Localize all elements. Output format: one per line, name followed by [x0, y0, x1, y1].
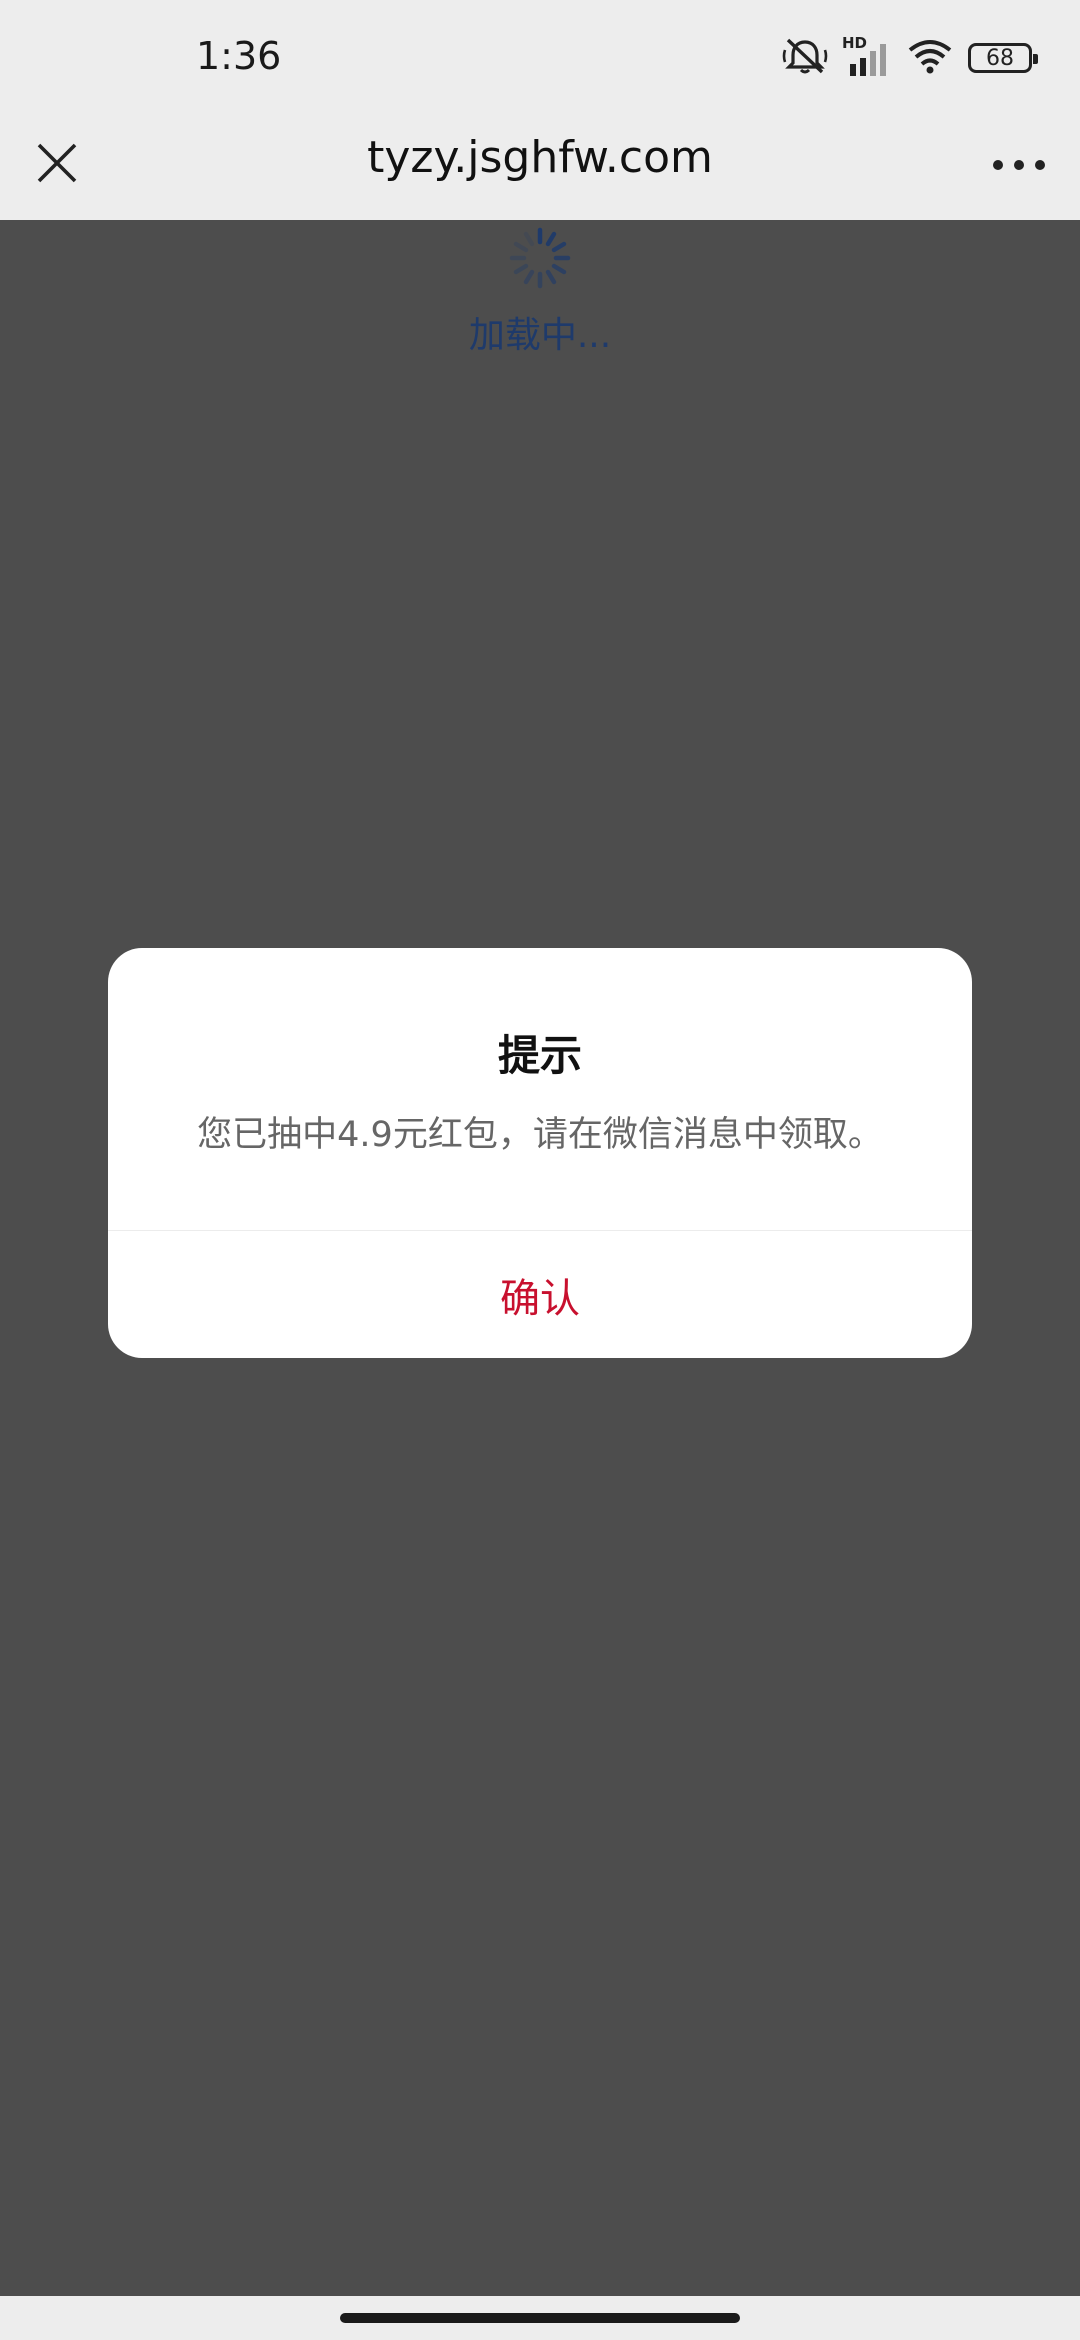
battery-level: 68 — [986, 45, 1014, 71]
more-button[interactable] — [984, 136, 1054, 194]
close-button[interactable] — [28, 136, 86, 194]
page-url-title: tyzy.jsghfw.com — [367, 132, 713, 183]
close-icon — [36, 142, 78, 188]
loading-text: 加载中... — [468, 315, 612, 356]
more-icon — [992, 156, 1046, 175]
system-navigation-bar — [0, 2296, 1080, 2340]
nav-bar: tyzy.jsghfw.com — [0, 110, 1080, 220]
mute-icon — [782, 36, 828, 80]
dialog-message: 您已抽中4.9元红包，请在微信消息中领取。 — [197, 1115, 883, 1155]
alert-dialog: 提示 您已抽中4.9元红包，请在微信消息中领取。 确认 — [108, 948, 972, 1358]
home-indicator[interactable] — [340, 2313, 740, 2323]
battery-icon: 68 — [968, 43, 1038, 73]
status-time: 1:36 — [196, 34, 282, 78]
dialog-title: 提示 — [497, 1031, 582, 1080]
status-bar: 1:36 HD 68 — [0, 0, 1080, 110]
loading-spinner-icon — [508, 226, 572, 290]
confirm-button[interactable]: 确认 — [108, 1231, 972, 1358]
wifi-icon — [906, 36, 954, 80]
signal-icon: HD — [842, 34, 892, 78]
status-icons: HD 68 — [768, 30, 1038, 86]
